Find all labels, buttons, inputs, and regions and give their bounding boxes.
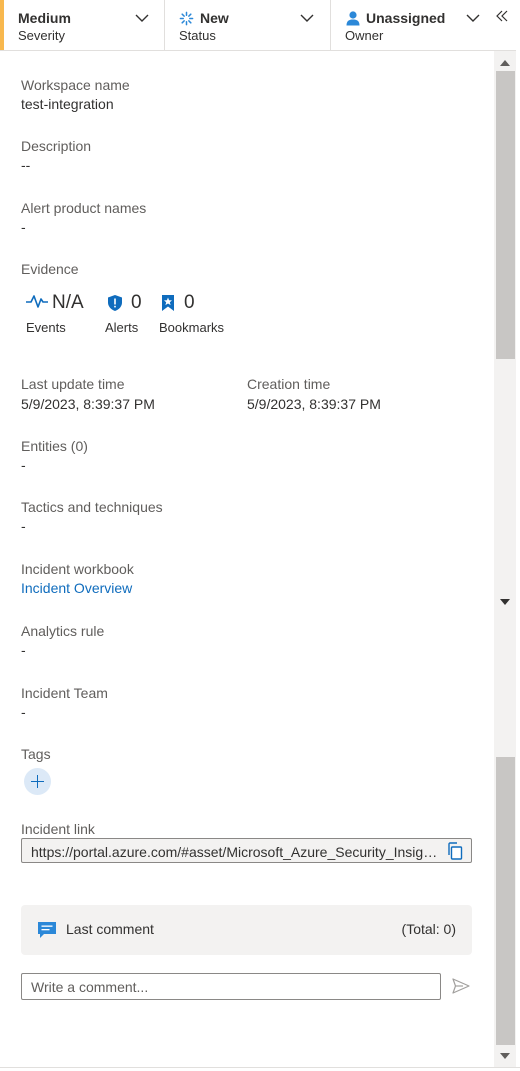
owner-value: Unassigned — [366, 10, 446, 26]
analytics-rule-value: - — [21, 642, 26, 658]
chevron-down-icon — [466, 14, 480, 22]
alert-product-names-value: - — [21, 219, 26, 235]
pulse-icon — [26, 295, 48, 308]
owner-label: Owner — [345, 28, 384, 43]
chevron-down-icon — [135, 14, 149, 22]
status-value: New — [200, 10, 229, 26]
severity-dropdown[interactable]: Medium Severity — [0, 0, 164, 50]
bookmark-icon — [162, 295, 174, 311]
comment-input[interactable] — [21, 973, 441, 1000]
scroll-down-icon[interactable] — [499, 1051, 511, 1061]
scroll-up-icon[interactable] — [499, 58, 511, 68]
chevron-down-icon — [300, 14, 314, 22]
double-chevron-left-icon[interactable] — [494, 9, 510, 23]
workspace-name-value: test-integration — [21, 96, 114, 112]
analytics-rule-label: Analytics rule — [21, 623, 105, 639]
tags-label: Tags — [21, 746, 51, 762]
incident-link-label: Incident link — [21, 821, 95, 837]
evidence-label: Evidence — [21, 261, 79, 277]
incident-workbook-link[interactable]: Incident Overview — [21, 580, 132, 596]
last-update-time-value: 5/9/2023, 8:39:37 PM — [21, 396, 155, 412]
incident-header: Medium Severity New Status Unassigned Ow… — [0, 0, 516, 51]
events-count: N/A — [52, 292, 84, 313]
copy-icon[interactable] — [446, 842, 464, 860]
events-label: Events — [26, 320, 66, 335]
status-label: Status — [179, 28, 216, 43]
owner-dropdown[interactable]: Unassigned Owner — [331, 0, 491, 50]
comment-total: (Total: 0) — [401, 921, 456, 937]
scrollbar-thumb[interactable] — [496, 71, 515, 359]
status-dropdown[interactable]: New Status — [165, 0, 330, 50]
evidence-alerts[interactable]: 0 Alerts — [105, 290, 151, 338]
new-status-icon — [179, 11, 194, 26]
incident-workbook-label: Incident workbook — [21, 561, 134, 577]
incident-link-value: https://portal.azure.com/#asset/Microsof… — [31, 844, 443, 860]
evidence-bookmarks[interactable]: 0 Bookmarks — [159, 290, 235, 338]
creation-time-value: 5/9/2023, 8:39:37 PM — [247, 396, 381, 412]
last-comment-title: Last comment — [66, 921, 154, 937]
incident-team-label: Incident Team — [21, 685, 108, 701]
last-update-time-label: Last update time — [21, 376, 125, 392]
incident-team-value: - — [21, 704, 26, 720]
alerts-label: Alerts — [105, 320, 139, 335]
add-tag-button[interactable] — [24, 768, 51, 795]
tactics-value: - — [21, 518, 26, 534]
panel-bottom-border — [0, 1067, 520, 1068]
person-icon — [346, 11, 360, 26]
severity-value: Medium — [18, 10, 71, 26]
creation-time-label: Creation time — [247, 376, 331, 392]
description-label: Description — [21, 138, 92, 154]
evidence-events[interactable]: N/A Events — [26, 290, 96, 338]
entities-label: Entities (0) — [21, 438, 88, 454]
incident-link-field[interactable]: https://portal.azure.com/#asset/Microsof… — [21, 838, 472, 863]
bookmarks-label: Bookmarks — [159, 320, 225, 335]
scroll-down-icon[interactable] — [499, 597, 511, 607]
last-comment-card[interactable]: Last comment (Total: 0) — [21, 905, 472, 955]
severity-label: Severity — [18, 28, 65, 43]
description-value: -- — [21, 157, 31, 173]
send-icon[interactable] — [452, 978, 470, 994]
tactics-label: Tactics and techniques — [21, 499, 163, 515]
bookmarks-count: 0 — [184, 292, 195, 313]
alert-product-names-label: Alert product names — [21, 200, 147, 216]
shield-icon — [108, 295, 122, 311]
alerts-count: 0 — [131, 292, 142, 313]
comment-icon — [38, 922, 56, 938]
entities-value: - — [21, 457, 26, 473]
scrollbar-thumb[interactable] — [496, 757, 515, 1045]
workspace-name-label: Workspace name — [21, 77, 130, 93]
